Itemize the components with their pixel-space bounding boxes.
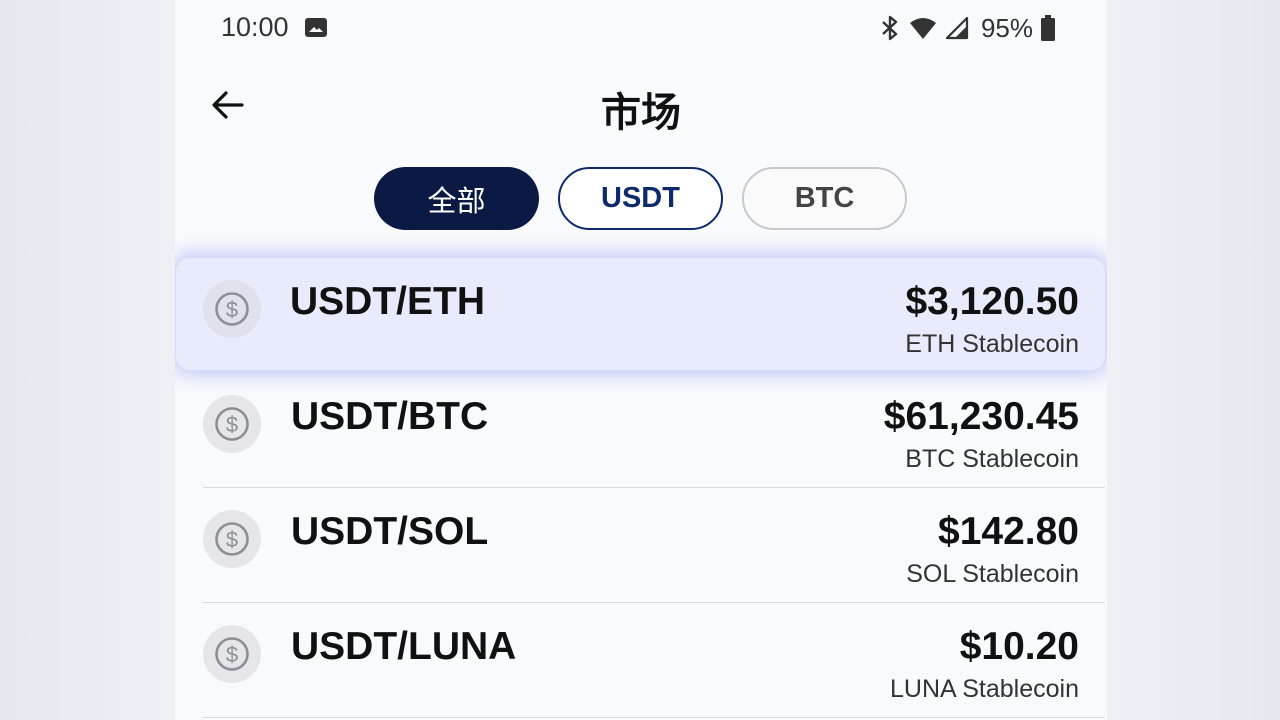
- svg-text:$: $: [226, 642, 238, 667]
- svg-text:$: $: [226, 527, 238, 552]
- market-price: $61,230.45: [883, 395, 1079, 438]
- market-subtitle: LUNA Stablecoin: [889, 675, 1079, 703]
- svg-text:$: $: [226, 297, 238, 322]
- market-row-usdt-eth[interactable]: $ USDT/ETH $3,120.50 ETH Stablecoin: [176, 258, 1105, 370]
- tab-all[interactable]: 全部: [374, 167, 539, 230]
- market-price: $142.80: [938, 510, 1079, 553]
- signal-icon: [945, 16, 969, 40]
- status-bar: 10:00 95%: [175, 0, 1107, 56]
- market-list: $ USDT/ETH $3,120.50 ETH Stablecoin $ US…: [175, 258, 1107, 718]
- battery-percent: 95%: [980, 12, 1033, 43]
- filter-tabs: 全部 USDT BTC: [374, 167, 907, 230]
- market-row-usdt-luna[interactable]: $ USDT/LUNA $10.20 LUNA Stablecoin: [203, 603, 1105, 718]
- dollar-coin-icon: $: [203, 280, 261, 338]
- market-price: $3,120.50: [905, 280, 1079, 323]
- battery-icon: [1041, 15, 1055, 41]
- page-title: 市场: [601, 90, 681, 136]
- dollar-coin-icon: $: [203, 395, 261, 453]
- phone-screen: 10:00 95% 市场 全部 USDT BTC $ USDT/ETH $3,1…: [175, 0, 1107, 720]
- status-icons: 95%: [879, 12, 1055, 44]
- market-pair: USDT/LUNA: [291, 625, 517, 668]
- market-pair: USDT/BTC: [291, 395, 489, 438]
- gallery-icon: [305, 18, 327, 37]
- market-price: $10.20: [959, 625, 1079, 668]
- market-subtitle: ETH Stablecoin: [905, 330, 1079, 358]
- tab-usdt[interactable]: USDT: [558, 167, 723, 230]
- market-row-usdt-btc[interactable]: $ USDT/BTC $61,230.45 BTC Stablecoin: [203, 373, 1105, 488]
- status-time: 10:00: [221, 12, 289, 42]
- dollar-coin-icon: $: [203, 625, 261, 683]
- market-subtitle: BTC Stablecoin: [905, 445, 1079, 473]
- market-pair: USDT/SOL: [291, 510, 489, 553]
- market-row-usdt-sol[interactable]: $ USDT/SOL $142.80 SOL Stablecoin: [203, 488, 1105, 603]
- market-pair: USDT/ETH: [290, 280, 485, 323]
- wifi-icon: [909, 18, 936, 39]
- market-subtitle: SOL Stablecoin: [906, 560, 1079, 588]
- dollar-coin-icon: $: [203, 510, 261, 568]
- svg-text:$: $: [226, 412, 238, 437]
- bluetooth-icon: [882, 15, 898, 41]
- tab-btc[interactable]: BTC: [742, 167, 907, 230]
